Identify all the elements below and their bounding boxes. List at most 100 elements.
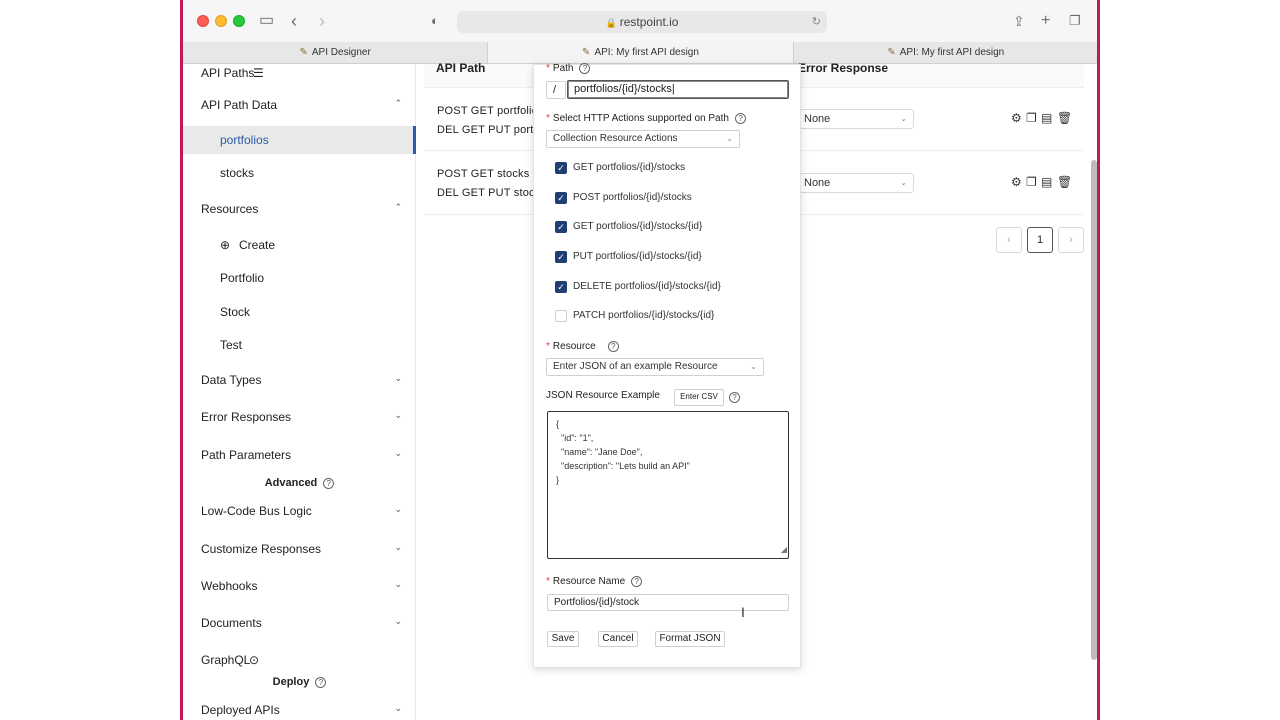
forward-icon[interactable]: › [319,11,325,31]
plus-circle-icon: ⊕ [220,238,231,252]
chevron-down-icon: ⌄ [394,448,402,458]
select-value: Enter JSON of an example Resource [553,361,718,372]
help-icon[interactable]: ? [579,63,591,74]
action-checkbox-patch[interactable] [555,310,567,322]
action-checkbox-get-collection[interactable]: ✓ [555,162,567,174]
action-checkbox-post[interactable]: ✓ [555,192,567,204]
sidebar-item-resources[interactable]: Resources ⌃ [183,202,416,220]
action-label: PATCH portfolios/{id}/stocks/{id} [573,310,715,321]
sidebar-item-label: Resources [201,202,259,216]
browser-window: ▭ ‹ › ◐ 🔒 restpoint.io ↻ ⇪ + ❐ ✎ API Desig… [182,0,1098,720]
prev-page-button[interactable]: ‹ [996,227,1022,253]
sidebar-item-path-parameters[interactable]: Path Parameters ⌄ [183,448,416,466]
sidebar-item-data-types[interactable]: Data Types ⌄ [183,373,416,391]
gear-icon[interactable]: ⚙ [1011,111,1022,125]
copy-icon[interactable]: ❐ [1026,175,1037,189]
reload-icon[interactable]: ↻ [812,11,821,33]
sidebar-item-label: Error Responses [201,410,292,424]
chart-icon[interactable]: ▤ [1041,175,1052,189]
chevron-up-icon: ⌃ [394,202,402,212]
resize-handle-icon[interactable]: ◢ [781,543,787,557]
trash-icon[interactable]: 🗑 [1057,175,1072,189]
address-bar[interactable]: 🔒 restpoint.io ↻ [457,11,827,33]
http-actions-label: * Select HTTP Actions supported on Path? [546,113,746,124]
save-button[interactable]: Save [547,631,579,647]
new-tab-icon[interactable]: + [1041,11,1050,31]
help-icon[interactable]: ? [315,676,327,688]
sidebar-item-portfolio[interactable]: Portfolio [183,271,416,289]
gear-icon[interactable]: ⚙ [1011,175,1022,189]
trash-icon[interactable]: 🗑 [1057,111,1072,125]
chevron-down-icon: ⌄ [900,178,907,187]
label-text: Path [552,63,574,75]
sidebar-item-deployed-apis[interactable]: Deployed APIs ⌄ [183,703,416,720]
help-icon[interactable]: ? [631,576,643,587]
sidebar-item-stocks[interactable]: stocks [183,166,416,184]
url-text: restpoint.io [619,15,679,29]
section-title: Advanced [264,477,318,489]
chevron-down-icon: ⌄ [394,579,402,589]
sidebar-item-label: Webhooks [201,579,258,593]
sidebar-item-low-code[interactable]: Low-Code Bus Logic ⌄ [183,504,416,522]
sidebar-item-stock[interactable]: Stock [183,305,416,323]
path-label: * Path? [546,63,591,75]
zoom-window-button[interactable] [233,15,245,27]
sidebar-item-label: API Path Data [201,98,278,112]
action-label: PUT portfolios/{id}/stocks/{id} [573,251,702,262]
close-window-button[interactable] [197,15,209,27]
resource-select[interactable]: Enter JSON of an example Resource ⌄ [546,358,764,376]
sidebar-item-test[interactable]: Test [183,338,416,356]
cancel-button[interactable]: Cancel [598,631,638,647]
resource-label: * Resource? [546,341,619,352]
action-checkbox-delete[interactable]: ✓ [555,281,567,293]
action-checkbox-get-item[interactable]: ✓ [555,221,567,233]
row-methods-line1: POST GET stocks [437,168,530,180]
sidebar-item-api-path-data[interactable]: API Path Data ⌃ [183,98,416,116]
back-icon[interactable]: ‹ [291,11,297,31]
sidebar-item-webhooks[interactable]: Webhooks ⌄ [183,579,416,597]
sidebar-item-create[interactable]: ⊕ Create [183,238,416,256]
error-response-select[interactable]: None ⌄ [798,173,914,193]
resource-name-input[interactable]: Portfolios/{id}/stock [547,594,789,611]
sidebar-item-label: Data Types [201,373,262,387]
sidebar-item-documents[interactable]: Documents ⌄ [183,616,416,634]
tab-overview-icon[interactable]: ❐ [1069,11,1081,31]
sidebar-item-label: Documents [201,616,262,630]
share-icon[interactable]: ⇪ [1013,11,1025,31]
sidebar-toggle-icon[interactable]: ▭ [259,11,274,31]
sidebar-item-customize-responses[interactable]: Customize Responses ⌄ [183,542,416,560]
shield-icon[interactable]: ◐ [431,11,439,31]
sidebar-item-error-responses[interactable]: Error Responses ⌄ [183,410,416,428]
help-icon[interactable]: ? [607,341,619,352]
page-number-button[interactable]: 1 [1027,227,1053,253]
sidebar-item-label: GraphQL [201,653,251,667]
enter-csv-button[interactable]: Enter CSV [674,389,724,406]
section-deploy: Deploy? [183,676,416,692]
help-icon[interactable]: ? [729,392,740,403]
sidebar-item-portfolios[interactable]: portfolios [183,126,416,154]
error-response-select[interactable]: None ⌄ [798,109,914,129]
sidebar-item-api-paths[interactable]: API Paths ☰ [183,66,416,84]
help-icon[interactable]: ? [323,477,335,489]
minimize-window-button[interactable] [215,15,227,27]
tab-api-design-2[interactable]: ✎ API: My first API design [794,42,1097,63]
format-json-button[interactable]: Format JSON [655,631,725,647]
sidebar-item-label: Low-Code Bus Logic [201,504,312,518]
action-checkbox-put[interactable]: ✓ [555,251,567,263]
copy-icon[interactable]: ❐ [1026,111,1037,125]
tab-api-designer[interactable]: ✎ API Designer [183,42,489,63]
window-edge-left [180,0,183,720]
chevron-down-icon: ⌄ [394,616,402,626]
json-example-label: JSON Resource Example [546,390,660,401]
tab-api-design-1[interactable]: ✎ API: My first API design [488,42,794,63]
http-actions-select[interactable]: Collection Resource Actions ⌄ [546,130,740,148]
select-value: Collection Resource Actions [553,133,678,144]
sidebar-item-label: Stock [220,305,251,319]
input-value: Portfolios/{id}/stock [554,597,640,608]
path-input[interactable]: portfolios/{id}/stocks| [567,80,789,99]
sidebar-item-graphql[interactable]: GraphQL ⊙ [183,653,416,671]
next-page-button[interactable]: › [1058,227,1084,253]
json-example-textarea[interactable]: { "id": "1", "name": "Jane Doe", "descri… [547,411,789,559]
help-icon[interactable]: ? [734,113,746,124]
chart-icon[interactable]: ▤ [1041,111,1052,125]
